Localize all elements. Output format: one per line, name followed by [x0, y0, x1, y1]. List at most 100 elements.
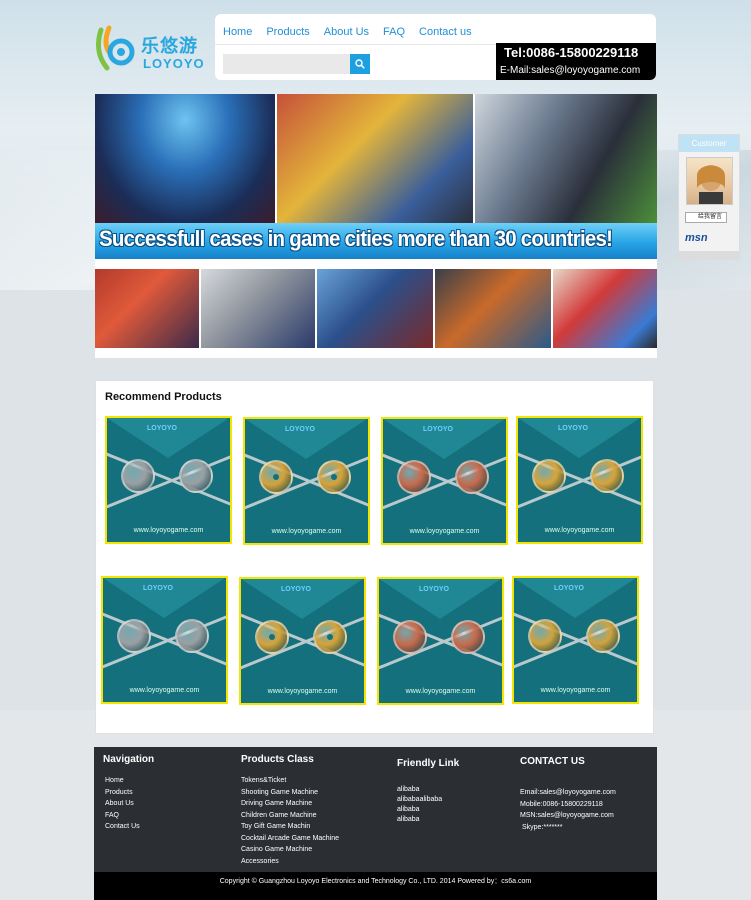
card-url: www.loyoyogame.com [540, 687, 611, 694]
search-icon [355, 59, 365, 69]
nav-contact-us[interactable]: Contact us [419, 26, 472, 38]
coin-token-front [397, 460, 431, 494]
banner-slogan-text: Successfull cases in game cities more th… [99, 226, 613, 251]
hero-banner[interactable]: Successfull cases in game cities more th… [95, 94, 657, 358]
product-card[interactable]: LOYOYO www.loyoyogame.com [239, 577, 366, 705]
card-url: www.loyoyogame.com [544, 527, 615, 534]
banner-thumb-3 [317, 269, 433, 348]
footer-navigation: Navigation Home Products About Us FAQ Co… [103, 754, 154, 833]
footer-class-item[interactable]: Shooting Game Machine [241, 787, 339, 799]
logo-english-text: LOYOYO [143, 56, 205, 71]
nav-faq[interactable]: FAQ [383, 26, 405, 38]
footer-nav-home[interactable]: Home [105, 775, 154, 787]
coin-token-back [317, 460, 351, 494]
footer-products-class: Products Class Tokens&Ticket Shooting Ga… [241, 754, 339, 867]
search-input[interactable] [223, 54, 350, 74]
footer-contact-skype: Skype:******* [522, 823, 563, 831]
footer-nav-faq[interactable]: FAQ [105, 810, 154, 822]
header-telephone: Tel:0086-15800229118 [504, 45, 639, 60]
footer-class-item[interactable]: Casino Game Machine [241, 844, 339, 856]
footer-navigation-title: Navigation [103, 754, 155, 765]
footer-class-item[interactable]: Toy Gift Game Machin [241, 821, 339, 833]
msn-button[interactable]: msn [685, 232, 708, 244]
nav-products[interactable]: Products [266, 26, 309, 38]
coin-token-front [532, 459, 566, 493]
coin-token-back [455, 460, 489, 494]
recommend-products-section: Recommend Products LOYOYO www.loyoyogame.… [95, 380, 654, 734]
product-card[interactable]: LOYOYO www.loyoyogame.com [243, 417, 370, 545]
site-footer: Navigation Home Products About Us FAQ Co… [94, 747, 657, 872]
coin-token-back [590, 459, 624, 493]
card-backdrop [379, 579, 501, 619]
nav-about-us[interactable]: About Us [324, 26, 369, 38]
banner-thumb-5 [553, 269, 657, 348]
banner-thumb-2 [201, 269, 315, 348]
card-logo: LOYOYO [143, 585, 173, 592]
coin-token-front [117, 619, 151, 653]
card-logo: LOYOYO [285, 426, 315, 433]
footer-class-item[interactable]: Driving Game Machine [241, 798, 339, 810]
card-backdrop [383, 419, 505, 459]
agent-portrait-icon [697, 165, 725, 204]
card-backdrop [103, 578, 225, 618]
coin-token-back [175, 619, 209, 653]
product-card[interactable]: LOYOYO www.loyoyogame.com [377, 577, 504, 705]
footer-class-item[interactable]: Tokens&Ticket [241, 775, 339, 787]
card-backdrop [107, 418, 229, 458]
card-url: www.loyoyogame.com [129, 687, 200, 694]
card-backdrop [241, 579, 363, 619]
footer-nav-products[interactable]: Products [105, 787, 154, 799]
card-logo: LOYOYO [419, 586, 449, 593]
banner-photo-arcade-hall [95, 94, 275, 223]
footer-class-item[interactable]: Cocktail Arcade Game Machine [241, 833, 339, 845]
card-url: www.loyoyogame.com [405, 688, 476, 695]
footer-friendly-link[interactable]: alibaba [397, 805, 459, 815]
footer-contact-msn: MSN:sales@loyoyogame.com [520, 812, 614, 819]
coin-token-back [179, 459, 213, 493]
coin-token-back [451, 620, 485, 654]
coin-token-front [255, 620, 289, 654]
card-url: www.loyoyogame.com [133, 527, 204, 534]
product-card[interactable]: LOYOYO www.loyoyogame.com [105, 416, 232, 544]
coin-token-front [259, 460, 293, 494]
footer-friendly-link-title: Friendly Link [397, 758, 460, 769]
nav-home[interactable]: Home [223, 26, 252, 38]
header-panel: Home Products About Us FAQ Contact us Te… [215, 14, 656, 80]
footer-contact-us: CONTACT US Email:sales@loyoyogame.com Mo… [520, 756, 616, 833]
banner-photo-game-cabinets [475, 94, 657, 223]
card-url: www.loyoyogame.com [409, 528, 480, 535]
card-logo: LOYOYO [281, 586, 311, 593]
footer-class-item[interactable]: Children Game Machine [241, 810, 339, 822]
card-backdrop [518, 418, 640, 458]
coin-token-back [313, 620, 347, 654]
main-nav: Home Products About Us FAQ Contact us [223, 26, 486, 38]
card-url: www.loyoyogame.com [267, 688, 338, 695]
banner-thumb-1 [95, 269, 199, 348]
footer-nav-contact-us[interactable]: Contact Us [105, 821, 154, 833]
card-url: www.loyoyogame.com [271, 528, 342, 535]
card-backdrop [245, 419, 367, 459]
coin-token-front [121, 459, 155, 493]
footer-friendly-links: Friendly Link alibaba alibabaalibaba ali… [397, 758, 459, 825]
footer-friendly-link[interactable]: alibaba [397, 815, 459, 825]
banner-photo-racing-machines [277, 94, 473, 223]
card-backdrop [514, 578, 636, 618]
footer-class-item[interactable]: Accessories [241, 856, 339, 868]
customer-service-widget[interactable]: Customer 给我留言 msn [678, 134, 740, 260]
product-card[interactable]: LOYOYO www.loyoyogame.com [381, 417, 508, 545]
footer-friendly-link[interactable]: alibabaalibaba [397, 795, 459, 805]
header-contact-box: Tel:0086-15800229118 E-Mail:sales@loyoyo… [496, 43, 656, 80]
banner-thumb-4 [435, 269, 551, 348]
search-button[interactable] [350, 54, 370, 74]
product-card[interactable]: LOYOYO www.loyoyogame.com [101, 576, 228, 704]
product-card[interactable]: LOYOYO www.loyoyogame.com [516, 416, 643, 544]
site-logo[interactable]: 乐悠游 LOYOYO [95, 24, 210, 74]
copyright-bar: Copyright © Guangzhou Loyoyo Electronics… [94, 872, 657, 900]
leave-message-button[interactable]: 给我留言 [685, 212, 727, 223]
product-card[interactable]: LOYOYO www.loyoyogame.com [512, 576, 639, 704]
card-logo: LOYOYO [558, 425, 588, 432]
footer-nav-about-us[interactable]: About Us [105, 798, 154, 810]
footer-contact-email: Email:sales@loyoyogame.com [520, 789, 616, 796]
footer-friendly-link[interactable]: alibaba [397, 785, 459, 795]
card-logo: LOYOYO [147, 425, 177, 432]
